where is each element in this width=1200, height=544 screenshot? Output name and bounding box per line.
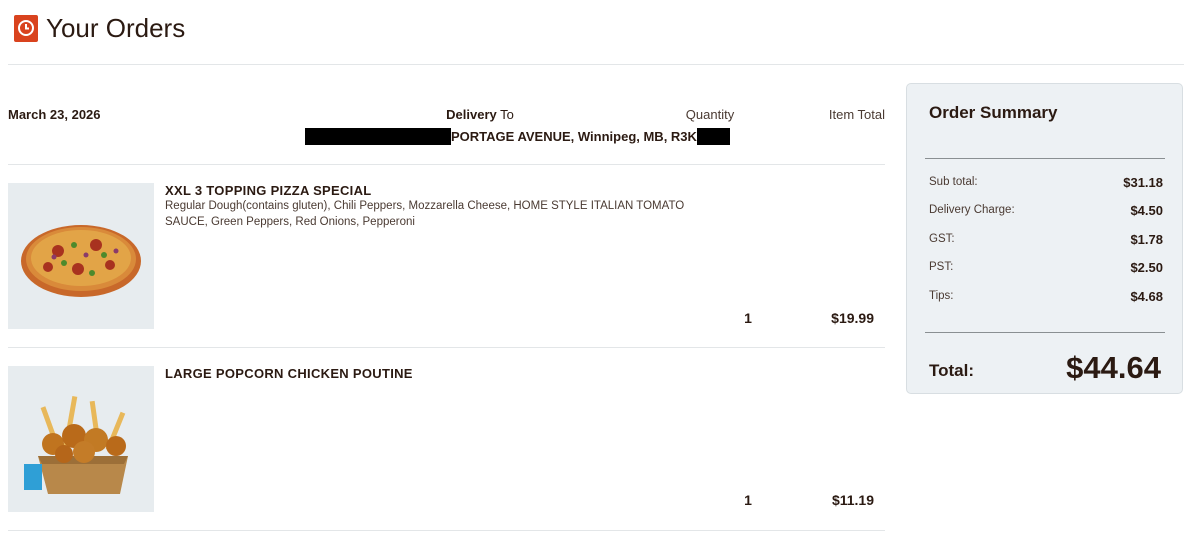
total-value: $44.64 — [1066, 350, 1161, 385]
delivery-address: PORTAGE AVENUE, Winnipeg, MB, R3K — [305, 127, 730, 145]
row-divider — [8, 347, 885, 348]
row-divider — [8, 530, 885, 531]
summary-value: $1.78 — [1130, 232, 1163, 247]
summary-label: GST: — [929, 233, 955, 245]
summary-label: Tips: — [929, 290, 954, 302]
summary-value: $2.50 — [1130, 260, 1163, 275]
total-label: Total: — [929, 361, 975, 380]
summary-label: PST: — [929, 261, 954, 273]
delivery-label: Delivery — [446, 107, 497, 122]
clock-receipt-icon — [14, 14, 38, 42]
item-description: Regular Dough(contains gluten), Chili Pe… — [165, 200, 685, 228]
summary-divider — [925, 158, 1165, 159]
delivery-header: Delivery To — [400, 107, 560, 122]
item-name: LARGE POPCORN CHICKEN POUTINE — [165, 366, 413, 381]
item-quantity: 1 — [744, 492, 752, 508]
summary-row-tips: Tips: $4.68 — [929, 287, 1163, 307]
item-quantity: 1 — [744, 310, 752, 326]
summary-divider — [925, 332, 1165, 333]
redacted-block — [305, 127, 451, 145]
summary-row-delivery: Delivery Charge: $4.50 — [929, 201, 1163, 221]
item-name: XXL 3 TOPPING PIZZA SPECIAL — [165, 183, 372, 198]
delivery-to-label: To — [500, 107, 514, 122]
summary-label: Sub total: — [929, 176, 978, 188]
row-divider — [8, 164, 885, 165]
summary-value: $4.68 — [1130, 289, 1163, 304]
poutine-image — [8, 366, 154, 512]
item-price: $11.19 — [831, 492, 874, 508]
quantity-header: Quantity — [685, 107, 735, 122]
page-header: Your Orders — [14, 8, 185, 48]
item-price: $19.99 — [831, 310, 874, 326]
summary-title: Order Summary — [929, 103, 1058, 122]
redacted-block — [696, 127, 730, 145]
summary-row-pst: PST: $2.50 — [929, 258, 1163, 278]
order-summary-panel: Order Summary Sub total: $31.18 Delivery… — [906, 83, 1183, 394]
summary-row-subtotal: Sub total: $31.18 — [929, 173, 1163, 193]
summary-label: Delivery Charge: — [929, 204, 1015, 216]
order-date: March 23, 2026 — [8, 107, 101, 122]
summary-value: $4.50 — [1130, 203, 1163, 218]
page-title: Your Orders — [46, 12, 186, 43]
summary-value: $31.18 — [1123, 175, 1163, 190]
item-total-header: Item Total — [828, 107, 885, 122]
summary-row-gst: GST: $1.78 — [929, 230, 1163, 250]
pizza-image — [8, 183, 154, 329]
address-text: PORTAGE AVENUE, Winnipeg, MB, R3K — [451, 128, 697, 144]
header-divider — [8, 64, 1184, 65]
